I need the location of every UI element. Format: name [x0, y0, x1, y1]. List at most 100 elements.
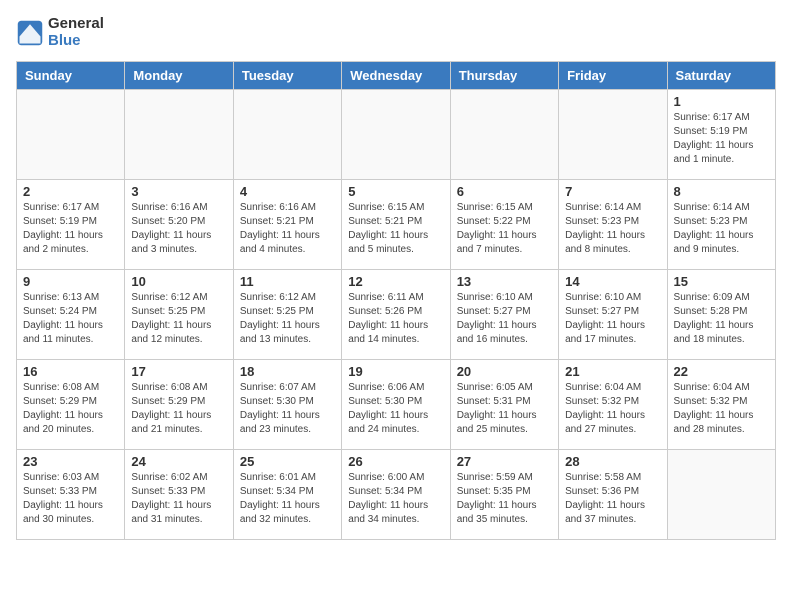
- calendar-cell: 9 Sunrise: 6:13 AM Sunset: 5:24 PM Daylig…: [17, 270, 125, 360]
- day-number: 24: [131, 454, 226, 469]
- logo-text: General Blue: [48, 16, 104, 49]
- week-row-5: 23 Sunrise: 6:03 AM Sunset: 5:33 PM Dayli…: [17, 450, 776, 540]
- day-number: 3: [131, 184, 226, 199]
- calendar-cell: [17, 90, 125, 180]
- day-info: Sunrise: 6:04 AM Sunset: 5:32 PM Dayligh…: [674, 381, 769, 437]
- header-sunday: Sunday: [17, 62, 125, 90]
- day-info: Sunrise: 6:04 AM Sunset: 5:32 PM Dayligh…: [565, 381, 660, 437]
- header-wednesday: Wednesday: [342, 62, 450, 90]
- day-number: 6: [457, 184, 552, 199]
- day-info: Sunrise: 6:12 AM Sunset: 5:25 PM Dayligh…: [240, 291, 335, 347]
- day-info: Sunrise: 6:11 AM Sunset: 5:26 PM Dayligh…: [348, 291, 443, 347]
- header-tuesday: Tuesday: [233, 62, 341, 90]
- day-info: Sunrise: 6:00 AM Sunset: 5:34 PM Dayligh…: [348, 471, 443, 527]
- day-info: Sunrise: 6:17 AM Sunset: 5:19 PM Dayligh…: [674, 111, 769, 167]
- day-number: 2: [23, 184, 118, 199]
- day-info: Sunrise: 6:06 AM Sunset: 5:30 PM Dayligh…: [348, 381, 443, 437]
- day-info: Sunrise: 6:15 AM Sunset: 5:21 PM Dayligh…: [348, 201, 443, 257]
- week-row-4: 16 Sunrise: 6:08 AM Sunset: 5:29 PM Dayli…: [17, 360, 776, 450]
- calendar-cell: 19 Sunrise: 6:06 AM Sunset: 5:30 PM Dayli…: [342, 360, 450, 450]
- day-info: Sunrise: 6:17 AM Sunset: 5:19 PM Dayligh…: [23, 201, 118, 257]
- calendar-cell: 23 Sunrise: 6:03 AM Sunset: 5:33 PM Dayli…: [17, 450, 125, 540]
- calendar-table: SundayMondayTuesdayWednesdayThursdayFrid…: [16, 61, 776, 540]
- day-number: 8: [674, 184, 769, 199]
- calendar-header-row: SundayMondayTuesdayWednesdayThursdayFrid…: [17, 62, 776, 90]
- week-row-3: 9 Sunrise: 6:13 AM Sunset: 5:24 PM Daylig…: [17, 270, 776, 360]
- day-number: 22: [674, 364, 769, 379]
- day-number: 27: [457, 454, 552, 469]
- logo: General Blue: [16, 16, 104, 49]
- calendar-cell: 10 Sunrise: 6:12 AM Sunset: 5:25 PM Dayli…: [125, 270, 233, 360]
- day-number: 10: [131, 274, 226, 289]
- calendar-cell: 4Sunrise: 6:16 AM Sunset: 5:21 PM Daylig…: [233, 180, 341, 270]
- calendar-cell: 2 Sunrise: 6:17 AM Sunset: 5:19 PM Daylig…: [17, 180, 125, 270]
- calendar-cell: 1 Sunrise: 6:17 AM Sunset: 5:19 PM Daylig…: [667, 90, 775, 180]
- day-number: 21: [565, 364, 660, 379]
- day-number: 12: [348, 274, 443, 289]
- day-info: Sunrise: 6:14 AM Sunset: 5:23 PM Dayligh…: [674, 201, 769, 257]
- day-info: Sunrise: 6:09 AM Sunset: 5:28 PM Dayligh…: [674, 291, 769, 347]
- week-row-1: 1 Sunrise: 6:17 AM Sunset: 5:19 PM Daylig…: [17, 90, 776, 180]
- calendar-cell: 28 Sunrise: 5:58 AM Sunset: 5:36 PM Dayli…: [559, 450, 667, 540]
- calendar-cell: 13Sunrise: 6:10 AM Sunset: 5:27 PM Dayli…: [450, 270, 558, 360]
- day-number: 9: [23, 274, 118, 289]
- day-number: 5: [348, 184, 443, 199]
- calendar-cell: 24 Sunrise: 6:02 AM Sunset: 5:33 PM Dayli…: [125, 450, 233, 540]
- day-number: 14: [565, 274, 660, 289]
- day-info: Sunrise: 6:08 AM Sunset: 5:29 PM Dayligh…: [131, 381, 226, 437]
- logo-icon: [16, 19, 44, 47]
- day-info: Sunrise: 6:13 AM Sunset: 5:24 PM Dayligh…: [23, 291, 118, 347]
- day-info: Sunrise: 6:03 AM Sunset: 5:33 PM Dayligh…: [23, 471, 118, 527]
- calendar-cell: [125, 90, 233, 180]
- calendar-cell: 18Sunrise: 6:07 AM Sunset: 5:30 PM Dayli…: [233, 360, 341, 450]
- day-info: Sunrise: 6:01 AM Sunset: 5:34 PM Dayligh…: [240, 471, 335, 527]
- day-number: 15: [674, 274, 769, 289]
- calendar-cell: 7 Sunrise: 6:14 AM Sunset: 5:23 PM Daylig…: [559, 180, 667, 270]
- day-number: 11: [240, 274, 335, 289]
- day-number: 7: [565, 184, 660, 199]
- calendar-cell: 26 Sunrise: 6:00 AM Sunset: 5:34 PM Dayli…: [342, 450, 450, 540]
- calendar-cell: 8 Sunrise: 6:14 AM Sunset: 5:23 PM Daylig…: [667, 180, 775, 270]
- calendar-cell: [342, 90, 450, 180]
- calendar-cell: 20Sunrise: 6:05 AM Sunset: 5:31 PM Dayli…: [450, 360, 558, 450]
- header: General Blue: [16, 16, 776, 49]
- calendar-cell: 15 Sunrise: 6:09 AM Sunset: 5:28 PM Dayli…: [667, 270, 775, 360]
- header-friday: Friday: [559, 62, 667, 90]
- calendar-cell: 6 Sunrise: 6:15 AM Sunset: 5:22 PM Daylig…: [450, 180, 558, 270]
- calendar-cell: 11 Sunrise: 6:12 AM Sunset: 5:25 PM Dayli…: [233, 270, 341, 360]
- calendar-cell: [667, 450, 775, 540]
- day-info: Sunrise: 6:12 AM Sunset: 5:25 PM Dayligh…: [131, 291, 226, 347]
- calendar-cell: [450, 90, 558, 180]
- calendar-cell: 16Sunrise: 6:08 AM Sunset: 5:29 PM Dayli…: [17, 360, 125, 450]
- calendar-cell: 22 Sunrise: 6:04 AM Sunset: 5:32 PM Dayli…: [667, 360, 775, 450]
- day-number: 16: [23, 364, 118, 379]
- day-number: 19: [348, 364, 443, 379]
- day-number: 1: [674, 94, 769, 109]
- day-number: 18: [240, 364, 335, 379]
- day-info: Sunrise: 6:14 AM Sunset: 5:23 PM Dayligh…: [565, 201, 660, 257]
- header-thursday: Thursday: [450, 62, 558, 90]
- day-number: 23: [23, 454, 118, 469]
- day-number: 20: [457, 364, 552, 379]
- week-row-2: 2 Sunrise: 6:17 AM Sunset: 5:19 PM Daylig…: [17, 180, 776, 270]
- day-number: 13: [457, 274, 552, 289]
- day-info: Sunrise: 5:58 AM Sunset: 5:36 PM Dayligh…: [565, 471, 660, 527]
- calendar-cell: 14 Sunrise: 6:10 AM Sunset: 5:27 PM Dayli…: [559, 270, 667, 360]
- day-number: 17: [131, 364, 226, 379]
- header-monday: Monday: [125, 62, 233, 90]
- calendar-cell: [233, 90, 341, 180]
- calendar-cell: 25 Sunrise: 6:01 AM Sunset: 5:34 PM Dayli…: [233, 450, 341, 540]
- day-number: 25: [240, 454, 335, 469]
- day-info: Sunrise: 6:16 AM Sunset: 5:21 PM Dayligh…: [240, 201, 335, 257]
- day-number: 26: [348, 454, 443, 469]
- day-number: 28: [565, 454, 660, 469]
- calendar-cell: [559, 90, 667, 180]
- day-info: Sunrise: 5:59 AM Sunset: 5:35 PM Dayligh…: [457, 471, 552, 527]
- calendar-cell: 12 Sunrise: 6:11 AM Sunset: 5:26 PM Dayli…: [342, 270, 450, 360]
- day-info: Sunrise: 6:15 AM Sunset: 5:22 PM Dayligh…: [457, 201, 552, 257]
- day-info: Sunrise: 6:02 AM Sunset: 5:33 PM Dayligh…: [131, 471, 226, 527]
- day-info: Sunrise: 6:16 AM Sunset: 5:20 PM Dayligh…: [131, 201, 226, 257]
- calendar-cell: 5 Sunrise: 6:15 AM Sunset: 5:21 PM Daylig…: [342, 180, 450, 270]
- day-info: Sunrise: 6:10 AM Sunset: 5:27 PM Dayligh…: [565, 291, 660, 347]
- calendar-cell: 27 Sunrise: 5:59 AM Sunset: 5:35 PM Dayli…: [450, 450, 558, 540]
